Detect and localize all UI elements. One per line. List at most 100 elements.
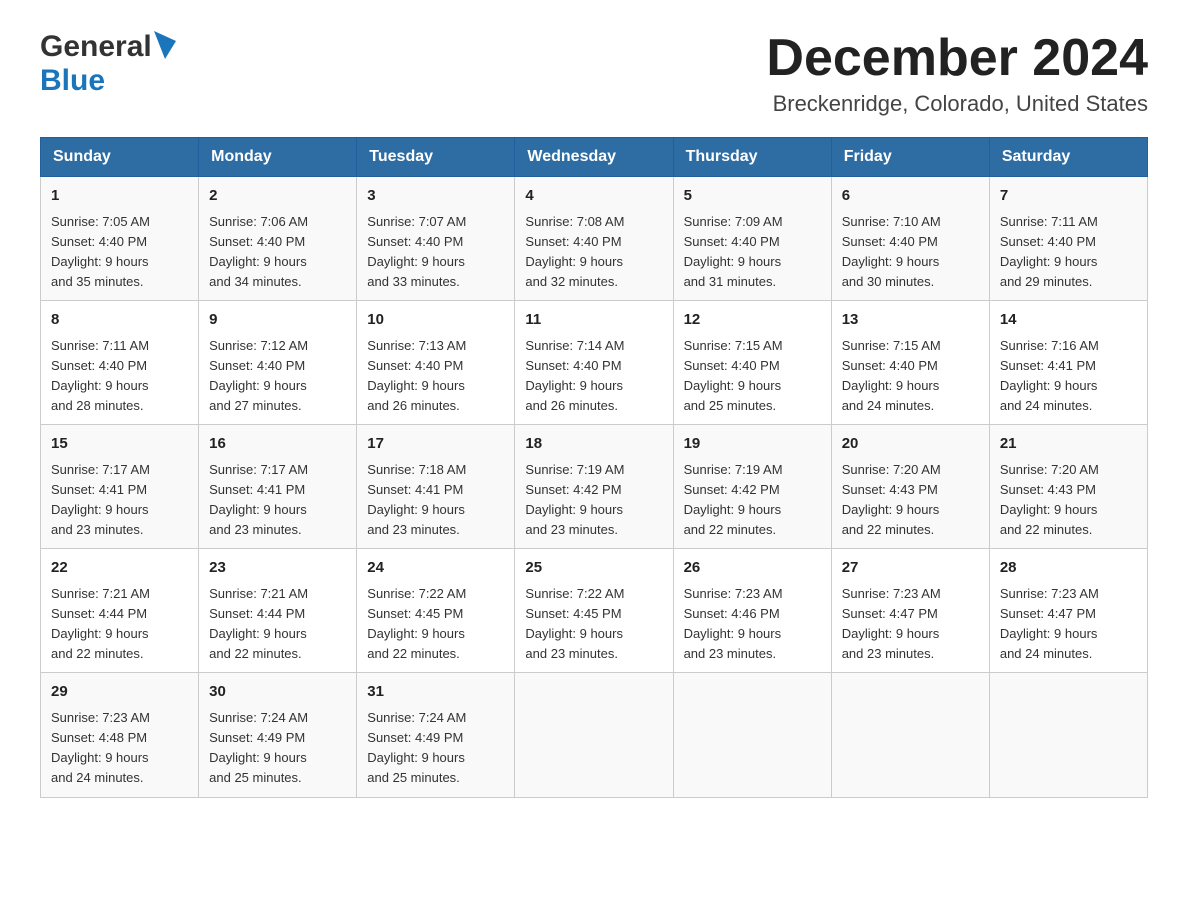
- calendar-cell: 23Sunrise: 7:21 AMSunset: 4:44 PMDayligh…: [199, 549, 357, 673]
- day-number: 13: [842, 309, 979, 332]
- day-info: Sunrise: 7:15 AMSunset: 4:40 PMDaylight:…: [684, 336, 821, 417]
- day-number: 14: [1000, 309, 1137, 332]
- weekday-header-tuesday: Tuesday: [357, 138, 515, 177]
- calendar-cell: 19 Sunrise: 7:19 AMSunset: 4:42 PMDayligh…: [673, 425, 831, 549]
- day-number: 19: [684, 433, 821, 456]
- calendar-cell: 16Sunrise: 7:17 AMSunset: 4:41 PMDayligh…: [199, 425, 357, 549]
- calendar-cell: 27 Sunrise: 7:23 AMSunset: 4:47 PMDayligh…: [831, 549, 989, 673]
- day-number: 5: [684, 185, 821, 208]
- calendar-cell: 28Sunrise: 7:23 AMSunset: 4:47 PMDayligh…: [989, 549, 1147, 673]
- calendar-cell: 5 Sunrise: 7:09 AMSunset: 4:40 PMDaylight…: [673, 177, 831, 301]
- day-number: 26: [684, 557, 821, 580]
- day-number: 28: [1000, 557, 1137, 580]
- day-number: 4: [525, 185, 662, 208]
- day-number: 29: [51, 681, 188, 704]
- calendar-cell: 29 Sunrise: 7:23 AMSunset: 4:48 PMDayligh…: [41, 673, 199, 797]
- day-number: 8: [51, 309, 188, 332]
- day-number: 22: [51, 557, 188, 580]
- day-info: Sunrise: 7:14 AMSunset: 4:40 PMDaylight:…: [525, 336, 662, 417]
- calendar-cell: 30Sunrise: 7:24 AMSunset: 4:49 PMDayligh…: [199, 673, 357, 797]
- day-number: 7: [1000, 185, 1137, 208]
- calendar-cell: [831, 673, 989, 797]
- calendar-cell: 11 Sunrise: 7:14 AMSunset: 4:40 PMDayligh…: [515, 301, 673, 425]
- day-info: Sunrise: 7:21 AMSunset: 4:44 PMDaylight:…: [51, 584, 188, 665]
- page-header: General Blue December 2024 Breckenridge,…: [40, 30, 1148, 117]
- day-number: 20: [842, 433, 979, 456]
- day-info: Sunrise: 7:17 AMSunset: 4:41 PMDaylight:…: [51, 460, 188, 541]
- day-info: Sunrise: 7:23 AMSunset: 4:48 PMDaylight:…: [51, 708, 188, 789]
- week-row-4: 22 Sunrise: 7:21 AMSunset: 4:44 PMDayligh…: [41, 549, 1148, 673]
- calendar-cell: 1 Sunrise: 7:05 AMSunset: 4:40 PMDaylight…: [41, 177, 199, 301]
- logo-triangle-icon: [154, 31, 176, 59]
- logo-blue: Blue: [40, 64, 105, 97]
- day-info: Sunrise: 7:24 AMSunset: 4:49 PMDaylight:…: [367, 708, 504, 789]
- day-info: Sunrise: 7:15 AMSunset: 4:40 PMDaylight:…: [842, 336, 979, 417]
- day-info: Sunrise: 7:07 AMSunset: 4:40 PMDaylight:…: [367, 212, 504, 293]
- calendar-cell: 25 Sunrise: 7:22 AMSunset: 4:45 PMDayligh…: [515, 549, 673, 673]
- day-number: 3: [367, 185, 504, 208]
- day-info: Sunrise: 7:13 AMSunset: 4:40 PMDaylight:…: [367, 336, 504, 417]
- logo: General Blue: [40, 30, 176, 98]
- day-info: Sunrise: 7:23 AMSunset: 4:47 PMDaylight:…: [842, 584, 979, 665]
- calendar-cell: 4 Sunrise: 7:08 AMSunset: 4:40 PMDaylight…: [515, 177, 673, 301]
- day-info: Sunrise: 7:11 AMSunset: 4:40 PMDaylight:…: [1000, 212, 1137, 293]
- weekday-header-monday: Monday: [199, 138, 357, 177]
- day-number: 27: [842, 557, 979, 580]
- calendar-cell: 10 Sunrise: 7:13 AMSunset: 4:40 PMDayligh…: [357, 301, 515, 425]
- month-title: December 2024: [766, 30, 1148, 87]
- day-info: Sunrise: 7:23 AMSunset: 4:46 PMDaylight:…: [684, 584, 821, 665]
- day-info: Sunrise: 7:22 AMSunset: 4:45 PMDaylight:…: [525, 584, 662, 665]
- day-info: Sunrise: 7:08 AMSunset: 4:40 PMDaylight:…: [525, 212, 662, 293]
- calendar-cell: 3 Sunrise: 7:07 AMSunset: 4:40 PMDaylight…: [357, 177, 515, 301]
- weekday-header-friday: Friday: [831, 138, 989, 177]
- day-number: 17: [367, 433, 504, 456]
- logo-general: General: [40, 30, 152, 64]
- calendar-cell: 9Sunrise: 7:12 AMSunset: 4:40 PMDaylight…: [199, 301, 357, 425]
- calendar-cell: 21 Sunrise: 7:20 AMSunset: 4:43 PMDayligh…: [989, 425, 1147, 549]
- day-info: Sunrise: 7:05 AMSunset: 4:40 PMDaylight:…: [51, 212, 188, 293]
- calendar-cell: 8 Sunrise: 7:11 AMSunset: 4:40 PMDaylight…: [41, 301, 199, 425]
- calendar-cell: 13 Sunrise: 7:15 AMSunset: 4:40 PMDayligh…: [831, 301, 989, 425]
- calendar-table: SundayMondayTuesdayWednesdayThursdayFrid…: [40, 137, 1148, 797]
- title-area: December 2024 Breckenridge, Colorado, Un…: [766, 30, 1148, 117]
- day-info: Sunrise: 7:06 AMSunset: 4:40 PMDaylight:…: [209, 212, 346, 293]
- location-subtitle: Breckenridge, Colorado, United States: [766, 91, 1148, 117]
- weekday-header-thursday: Thursday: [673, 138, 831, 177]
- day-number: 18: [525, 433, 662, 456]
- calendar-cell: 15Sunrise: 7:17 AMSunset: 4:41 PMDayligh…: [41, 425, 199, 549]
- day-info: Sunrise: 7:10 AMSunset: 4:40 PMDaylight:…: [842, 212, 979, 293]
- day-info: Sunrise: 7:24 AMSunset: 4:49 PMDaylight:…: [209, 708, 346, 789]
- day-number: 10: [367, 309, 504, 332]
- day-info: Sunrise: 7:16 AMSunset: 4:41 PMDaylight:…: [1000, 336, 1137, 417]
- day-info: Sunrise: 7:21 AMSunset: 4:44 PMDaylight:…: [209, 584, 346, 665]
- day-info: Sunrise: 7:12 AMSunset: 4:40 PMDaylight:…: [209, 336, 346, 417]
- calendar-cell: 31Sunrise: 7:24 AMSunset: 4:49 PMDayligh…: [357, 673, 515, 797]
- weekday-header-sunday: Sunday: [41, 138, 199, 177]
- day-number: 16: [209, 433, 346, 456]
- day-number: 11: [525, 309, 662, 332]
- week-row-2: 8 Sunrise: 7:11 AMSunset: 4:40 PMDaylight…: [41, 301, 1148, 425]
- calendar-cell: [515, 673, 673, 797]
- day-number: 2: [209, 185, 346, 208]
- day-number: 12: [684, 309, 821, 332]
- day-number: 6: [842, 185, 979, 208]
- week-row-3: 15Sunrise: 7:17 AMSunset: 4:41 PMDayligh…: [41, 425, 1148, 549]
- calendar-cell: [673, 673, 831, 797]
- week-row-1: 1 Sunrise: 7:05 AMSunset: 4:40 PMDaylight…: [41, 177, 1148, 301]
- day-info: Sunrise: 7:20 AMSunset: 4:43 PMDaylight:…: [842, 460, 979, 541]
- day-info: Sunrise: 7:20 AMSunset: 4:43 PMDaylight:…: [1000, 460, 1137, 541]
- day-info: Sunrise: 7:19 AMSunset: 4:42 PMDaylight:…: [684, 460, 821, 541]
- day-info: Sunrise: 7:18 AMSunset: 4:41 PMDaylight:…: [367, 460, 504, 541]
- day-info: Sunrise: 7:09 AMSunset: 4:40 PMDaylight:…: [684, 212, 821, 293]
- day-number: 24: [367, 557, 504, 580]
- calendar-cell: 14 Sunrise: 7:16 AMSunset: 4:41 PMDayligh…: [989, 301, 1147, 425]
- weekday-header-saturday: Saturday: [989, 138, 1147, 177]
- calendar-cell: 24Sunrise: 7:22 AMSunset: 4:45 PMDayligh…: [357, 549, 515, 673]
- day-number: 25: [525, 557, 662, 580]
- day-number: 21: [1000, 433, 1137, 456]
- calendar-cell: 20 Sunrise: 7:20 AMSunset: 4:43 PMDayligh…: [831, 425, 989, 549]
- calendar-cell: 12 Sunrise: 7:15 AMSunset: 4:40 PMDayligh…: [673, 301, 831, 425]
- day-info: Sunrise: 7:11 AMSunset: 4:40 PMDaylight:…: [51, 336, 188, 417]
- week-row-5: 29 Sunrise: 7:23 AMSunset: 4:48 PMDayligh…: [41, 673, 1148, 797]
- day-number: 1: [51, 185, 188, 208]
